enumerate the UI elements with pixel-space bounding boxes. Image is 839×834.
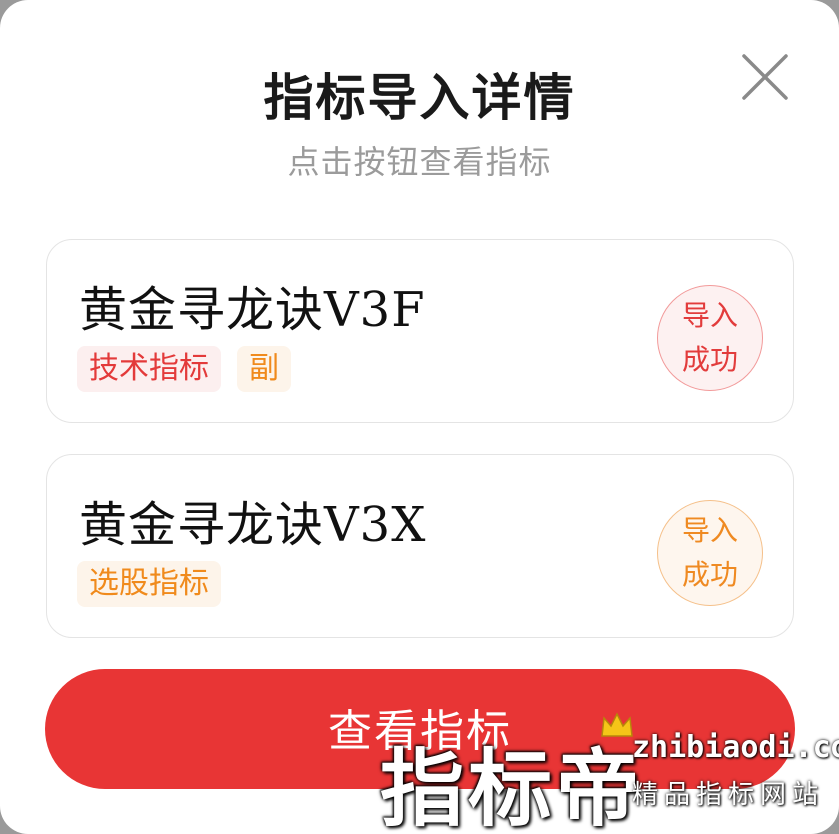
import-details-dialog: 指标导入详情 点击按钮查看指标 黄金寻龙诀V3F 技术指标 副 导入 成功 黄金… <box>0 0 839 834</box>
dialog-title: 指标导入详情 <box>263 69 576 127</box>
import-success-stamp: 导入 成功 <box>657 500 763 606</box>
import-success-stamp: 导入 成功 <box>657 285 763 391</box>
indicator-card: 黄金寻龙诀V3X 选股指标 导入 成功 <box>46 454 794 638</box>
dialog-subtitle: 点击按钮查看指标 <box>287 143 552 181</box>
close-icon[interactable] <box>740 52 790 102</box>
indicator-name: 黄金寻龙诀V3X <box>79 497 427 553</box>
stamp-line2: 成功 <box>681 343 738 376</box>
indicator-tags: 技术指标 副 <box>77 346 291 392</box>
indicator-name: 黄金寻龙诀V3F <box>79 282 426 338</box>
tag-sub-chart: 副 <box>237 346 291 392</box>
indicator-tags: 选股指标 <box>77 561 221 607</box>
stamp-line1: 导入 <box>681 299 738 332</box>
view-indicators-button[interactable]: 查看指标 <box>45 669 795 789</box>
tag-technical-indicator: 技术指标 <box>77 346 221 392</box>
indicator-card: 黄金寻龙诀V3F 技术指标 副 导入 成功 <box>46 239 794 423</box>
tag-stock-screening-indicator: 选股指标 <box>77 561 221 607</box>
stamp-line2: 成功 <box>681 558 738 591</box>
stamp-line1: 导入 <box>681 514 738 547</box>
